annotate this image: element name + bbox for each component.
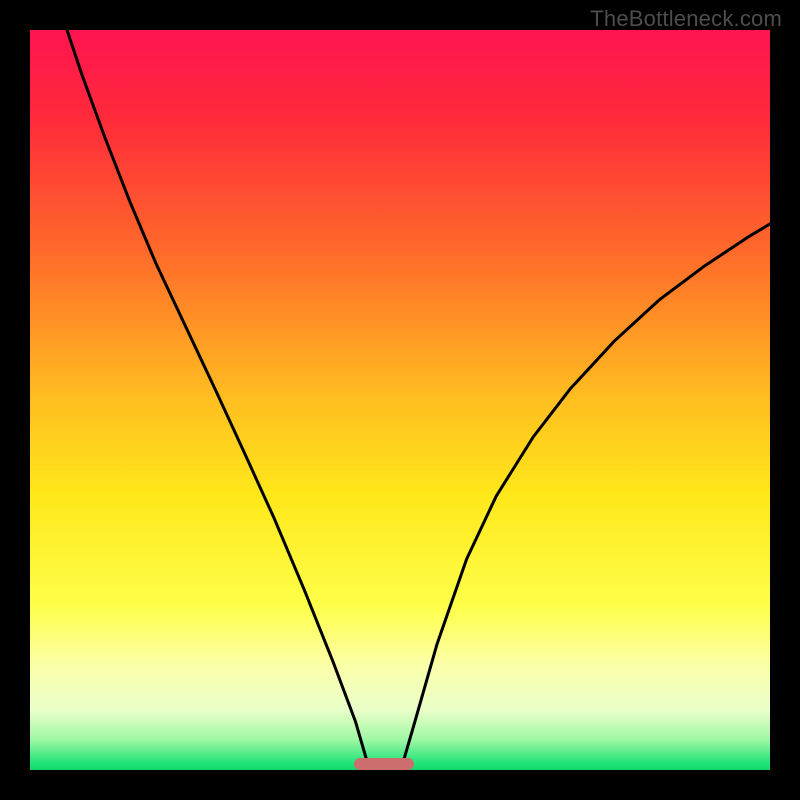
- chart-frame: TheBottleneck.com: [0, 0, 800, 800]
- plot-area: [30, 30, 770, 770]
- left-curve: [67, 30, 367, 763]
- right-curve: [403, 224, 770, 763]
- curves-svg: [30, 30, 770, 770]
- minimum-marker: [354, 758, 414, 770]
- watermark-text: TheBottleneck.com: [590, 6, 782, 32]
